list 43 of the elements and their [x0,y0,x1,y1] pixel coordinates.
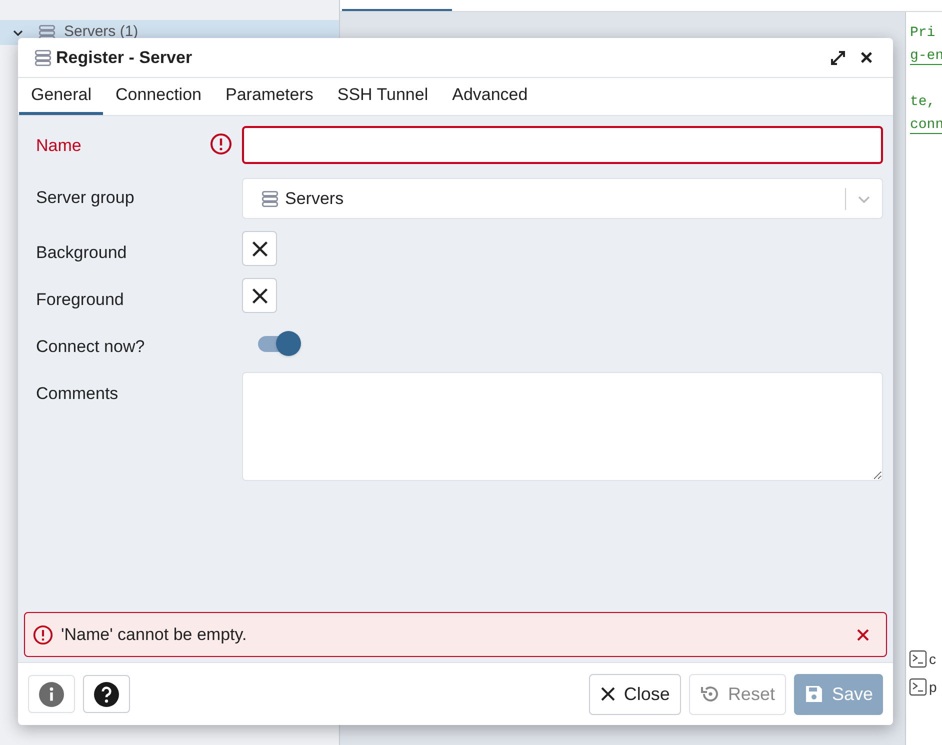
server-icon [261,190,279,208]
maximize-icon[interactable] [830,50,846,66]
tab[interactable]: Parameters [214,78,326,115]
tab[interactable]: Advanced [440,78,540,115]
field-label: Background [36,242,128,264]
terminal-icon [909,650,927,668]
close-icon [600,686,616,702]
field-label: Server group [36,187,136,209]
save-icon [804,684,824,704]
clear-icon [250,240,268,258]
dialog-title: Register - Server [56,46,194,69]
info-icon [39,682,64,706]
error-icon [33,624,53,644]
field-label: Comments [36,382,120,404]
code-text: te, [910,94,936,110]
code-link[interactable]: conn [910,117,942,134]
field-label: Connect now? [36,336,146,358]
name-field[interactable] [242,126,883,164]
server-icon [34,48,52,66]
close-button[interactable]: Close [588,674,681,714]
code-text: Pri [910,25,936,41]
server-group-select[interactable]: Servers [242,178,883,219]
error-message: 'Name' cannot be empty. [61,624,248,646]
select-value: Servers [285,188,345,210]
error-icon [210,133,232,155]
code-link[interactable]: g-en [910,48,942,65]
tab[interactable]: Connection [103,78,214,115]
terminal-item[interactable]: c [929,648,936,670]
close-icon[interactable] [860,51,873,64]
comments-field[interactable] [242,372,883,480]
help-icon [94,682,119,706]
field-label: Name [36,135,82,157]
info-button[interactable] [28,675,75,713]
color-picker-button[interactable] [242,278,277,313]
tab[interactable]: SSH Tunnel [325,78,440,115]
field-label: Foreground [36,289,125,311]
terminal-icon [909,678,927,696]
terminal-item[interactable]: p [929,676,937,698]
clear-icon [250,286,268,304]
toggle-switch[interactable] [256,330,302,356]
reset-icon [700,684,720,704]
help-button[interactable] [83,675,130,713]
color-picker-button[interactable] [242,231,277,266]
